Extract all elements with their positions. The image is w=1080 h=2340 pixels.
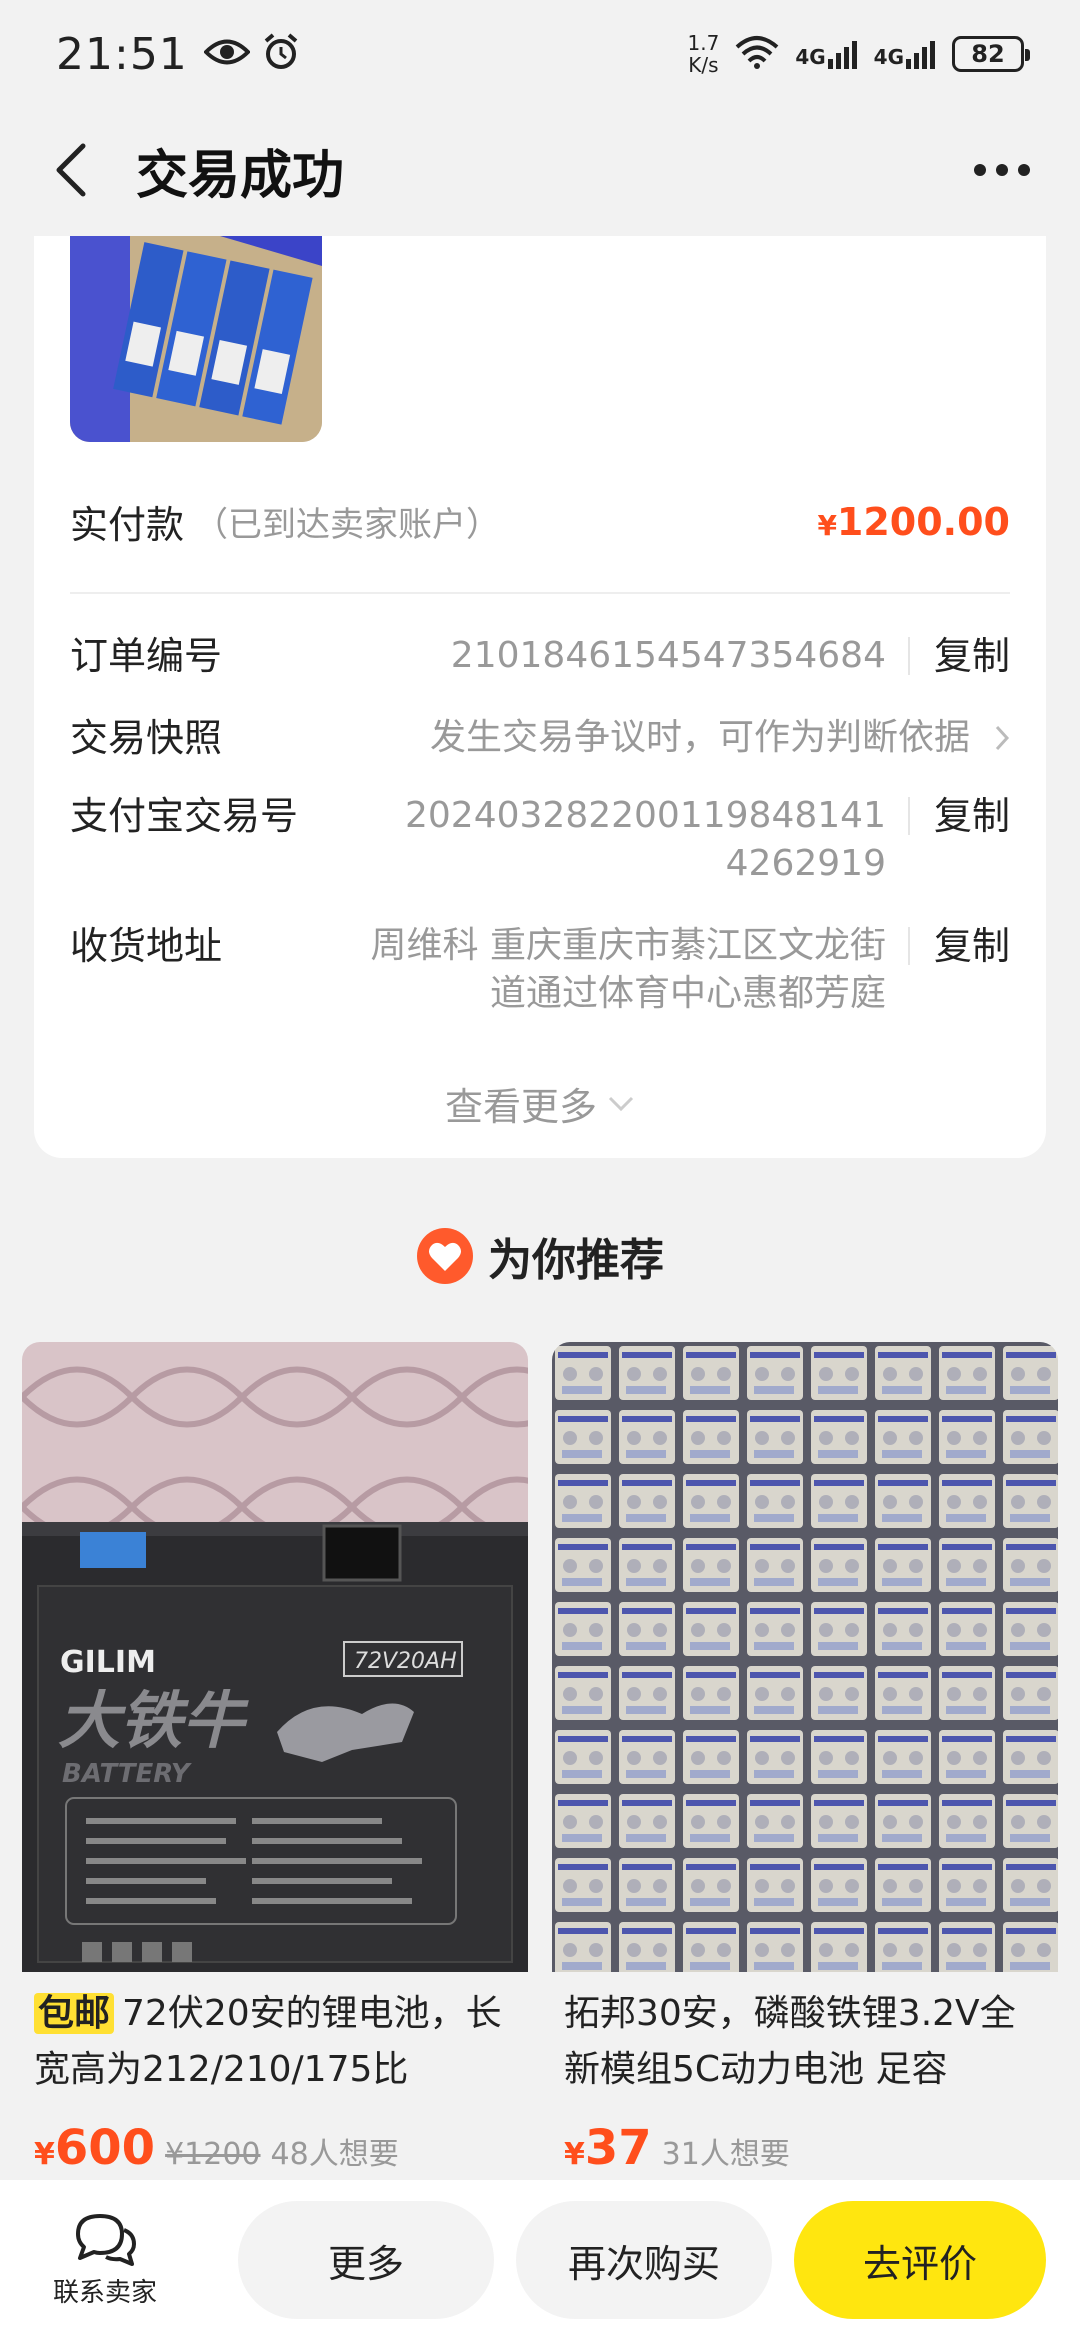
see-more-button[interactable]: 查看更多 xyxy=(0,1076,1080,1131)
goods-name: 拓邦30安，磷酸铁锂3.2V全新模组5C动力电池 足容 xyxy=(564,1993,1016,2090)
battery-icon: 82 xyxy=(952,36,1030,72)
signal-4g-icon-1: 4G xyxy=(795,39,857,69)
separator xyxy=(907,637,910,675)
info-label: 订单编号 xyxy=(70,634,223,678)
review-button[interactable]: 去评价 xyxy=(794,2201,1046,2319)
goods-price: ¥37 xyxy=(564,2120,652,2176)
eye-icon xyxy=(202,37,251,71)
svg-text:BATTERY: BATTERY xyxy=(62,1759,193,1789)
alarm-icon xyxy=(262,33,300,75)
svg-text:72V20AH: 72V20AH xyxy=(354,1649,457,1674)
more-button[interactable]: 更多 xyxy=(238,2201,494,2319)
recommend-title: 为你推荐 xyxy=(0,1224,1080,1288)
info-label: 收货地址 xyxy=(70,924,223,968)
status-time: 21:51 xyxy=(56,28,188,80)
product-thumbnail[interactable] xyxy=(70,236,322,442)
page-title: 交易成功 xyxy=(136,145,345,206)
copy-order-number-button[interactable]: 复制 xyxy=(934,632,1010,680)
separator xyxy=(907,797,910,835)
order-detail-card: 实付款 （已到达卖家账户） ¥1200.00 订单编号 210184615454… xyxy=(34,236,1046,1158)
recommend-item[interactable]: GILIM 72V20AH 大铁牛 BATTERY 包邮 72伏20安的锂电池，长… xyxy=(22,1342,528,2202)
goods-image xyxy=(552,1342,1058,1972)
info-label: 支付宝交易号 xyxy=(70,794,299,838)
info-label: 交易快照 xyxy=(70,716,223,760)
alipay-trade-value: 20240328220011984814​1 4262919 xyxy=(404,795,886,884)
divider xyxy=(70,592,1010,594)
heart-icon xyxy=(417,1228,473,1284)
back-button[interactable] xyxy=(40,130,100,210)
chat-bubble-icon xyxy=(76,2213,136,2266)
paid-note: （已到达卖家账户） xyxy=(194,505,501,545)
want-count: 31人想要 xyxy=(661,2137,790,2172)
trade-snapshot-value: 发生交易争议时，可作为判断依据 xyxy=(429,717,970,758)
copy-alipay-number-button[interactable]: 复制 xyxy=(934,792,1010,888)
chevron-left-icon xyxy=(56,143,86,197)
dot-icon xyxy=(996,164,1008,176)
paid-amount-row: 实付款 （已到达卖家账户） ¥1200.00 xyxy=(70,494,1010,549)
shipping-address-row: 收货地址 周维科 重庆重庆市綦江区文龙街 道通过体育中心惠都芳庭 复制 xyxy=(70,922,1010,1018)
dot-icon xyxy=(974,164,986,176)
more-options-button[interactable] xyxy=(964,144,1040,196)
alipay-trade-row: 支付宝交易号 20240328220011984814​1 4262919 复制 xyxy=(70,792,1010,888)
goods-name: 包邮 72伏20安的锂电池，长宽高为212/210/175比 xyxy=(34,1993,502,2090)
free-shipping-badge: 包邮 xyxy=(34,1993,115,2034)
separator xyxy=(907,927,910,965)
contact-seller-button[interactable]: 联系卖家 xyxy=(20,2212,190,2309)
chevron-right-icon xyxy=(970,714,1010,762)
trade-snapshot-row[interactable]: 交易快照 发生交易争议时，可作为判断依据 xyxy=(70,714,1010,762)
bottom-action-bar: 联系卖家 更多 再次购买 去评价 xyxy=(0,2180,1080,2340)
recommend-item[interactable]: 拓邦30安，磷酸铁锂3.2V全新模组5C动力电池 足容 ¥37 31人想要 xyxy=(552,1342,1058,2202)
wifi-icon xyxy=(735,35,779,73)
svg-text:大铁牛: 大铁牛 xyxy=(58,1684,249,1757)
goods-meta: ¥600 ¥1200 48人想要 xyxy=(22,2120,528,2176)
want-count: 48人想要 xyxy=(270,2137,399,2172)
original-price: ¥1200 xyxy=(165,2137,261,2172)
order-number-value: 2101846154547354684 xyxy=(450,635,886,676)
chevron-down-icon xyxy=(608,1096,634,1111)
copy-address-button[interactable]: 复制 xyxy=(934,922,1010,1018)
goods-price: ¥600 xyxy=(34,2120,156,2176)
rebuy-button[interactable]: 再次购买 xyxy=(516,2201,772,2319)
goods-meta: ¥37 31人想要 xyxy=(552,2120,1058,2176)
signal-4g-icon-2: 4G xyxy=(874,39,936,69)
paid-label: 实付款 xyxy=(70,503,185,547)
nav-bar: 交易成功 xyxy=(0,108,1080,232)
dot-icon xyxy=(1018,164,1030,176)
shipping-address-value: 周维科 重庆重庆市綦江区文龙街 道通过体育中心惠都芳庭 xyxy=(370,925,886,1014)
goods-image: GILIM 72V20AH 大铁牛 BATTERY xyxy=(22,1342,528,1972)
paid-amount: ¥1200.00 xyxy=(817,499,1010,544)
order-number-row: 订单编号 2101846154547354684 复制 xyxy=(70,632,1010,680)
status-bar: 21:51 1.7 K/s 4G 4G 82 xyxy=(0,0,1080,108)
svg-text:GILIM: GILIM xyxy=(60,1645,156,1680)
net-speed: 1.7 K/s xyxy=(687,31,720,77)
